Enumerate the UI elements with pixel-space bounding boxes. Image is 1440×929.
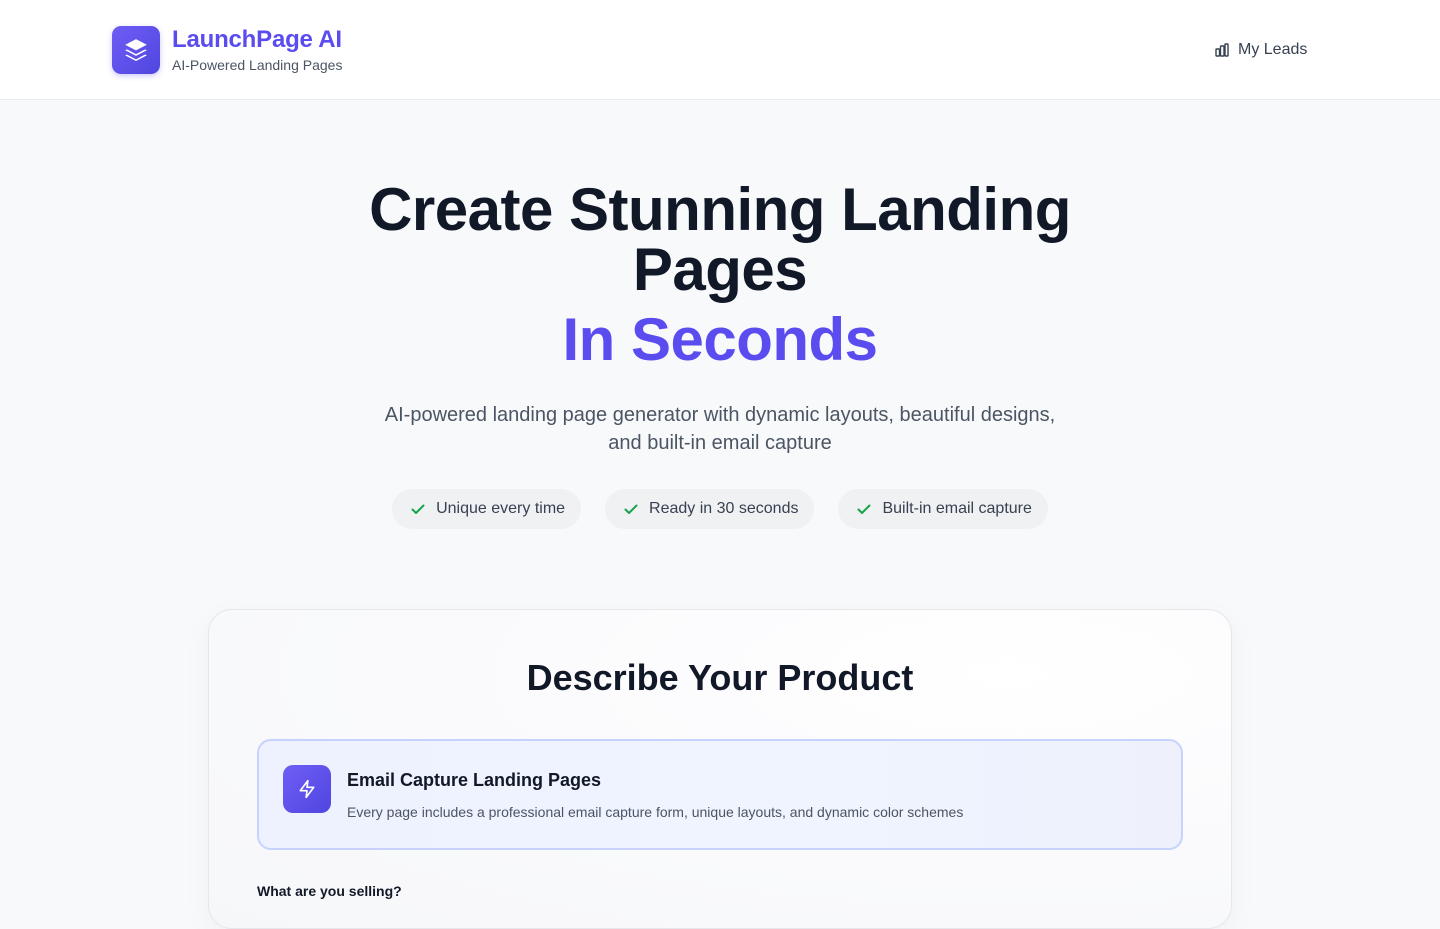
my-leads-label: My Leads (1238, 41, 1308, 58)
hero-title: Create Stunning Landing Pages (0, 180, 1440, 300)
lightning-icon (299, 779, 315, 799)
feature-pill-email: Built-in email capture (838, 489, 1048, 529)
hero-accent: In Seconds (562, 306, 878, 373)
hero-title-text: Create Stunning Landing Pages (369, 176, 1071, 303)
check-icon (857, 504, 871, 514)
feature-pill-label: Ready in 30 seconds (649, 500, 799, 517)
my-leads-link[interactable]: My Leads (1214, 38, 1307, 62)
feature-pill-ready: Ready in 30 seconds (605, 489, 815, 529)
check-icon (411, 504, 425, 514)
check-icon (624, 504, 638, 514)
product-field-label: What are you selling? (257, 883, 402, 899)
top-header: LaunchPage AI AI-Powered Landing Pages M… (0, 0, 1440, 100)
logo (112, 26, 160, 74)
info-description: Every page includes a professional email… (347, 804, 964, 820)
card-title: Describe Your Product (526, 657, 914, 698)
brand-tagline: AI-Powered Landing Pages (172, 57, 343, 73)
hero-subtitle: AI-powered landing page generator with d… (384, 404, 1056, 454)
layers-icon (125, 39, 147, 62)
feature-pill-label: Built-in email capture (882, 500, 1032, 517)
info-title: Email Capture Landing Pages (347, 770, 602, 790)
feature-pills: Unique every time Ready in 30 seconds Bu… (0, 489, 1440, 529)
brand-name: LaunchPage AI (172, 26, 342, 53)
info-icon-box (283, 765, 331, 813)
brand[interactable]: LaunchPage AI AI-Powered Landing Pages (112, 26, 342, 74)
bar-chart-icon (1215, 43, 1229, 57)
describe-product-card: Describe Your Product Email Capture Land… (208, 609, 1232, 929)
feature-pill-label: Unique every time (436, 500, 566, 517)
info-box: Email Capture Landing Pages Every page i… (257, 739, 1183, 850)
feature-pill-unique: Unique every time (392, 489, 582, 529)
